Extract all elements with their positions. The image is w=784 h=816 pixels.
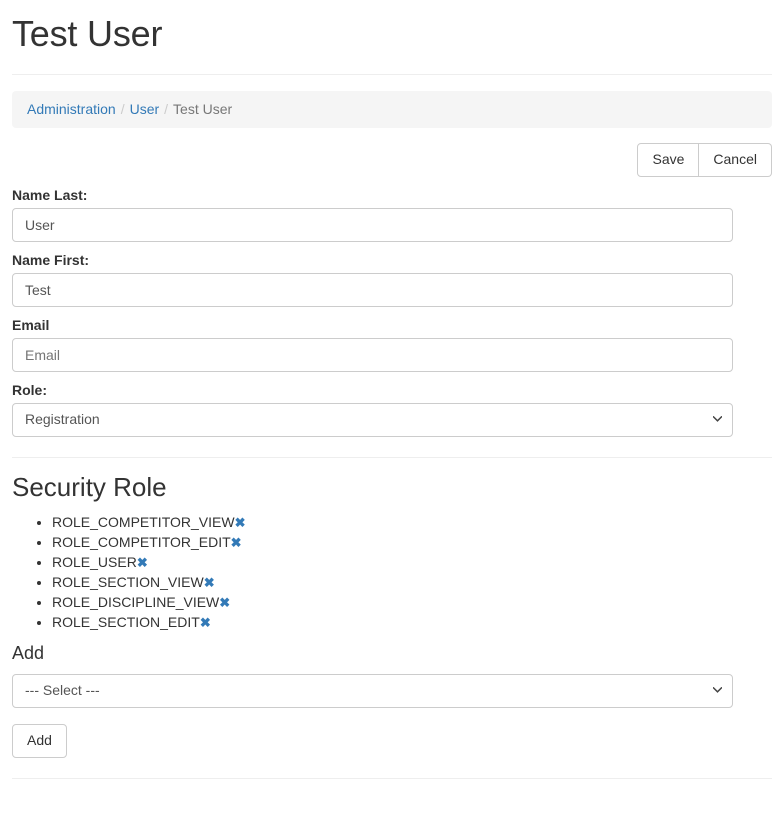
page-container: Test User Administration / User / Test User …: [0, 0, 784, 779]
breadcrumb-item-current: Test User: [173, 100, 233, 117]
breadcrumb: Administration / User / Test User: [12, 90, 772, 129]
breadcrumb-separator: /: [164, 100, 169, 117]
name-last-input[interactable]: [12, 208, 733, 243]
name-first-group: Name First:: [12, 252, 772, 308]
role-name: ROLE_COMPETITOR_EDIT: [52, 533, 231, 550]
list-item: ROLE_SECTION_VIEW✖: [52, 572, 772, 592]
remove-role-icon[interactable]: ✖: [137, 555, 148, 570]
role-name: ROLE_SECTION_EDIT: [52, 613, 200, 630]
security-role-heading: Security Role: [12, 472, 167, 503]
remove-role-icon[interactable]: ✖: [219, 595, 230, 610]
list-item: ROLE_USER✖: [52, 552, 772, 572]
list-item: ROLE_SECTION_EDIT✖: [52, 612, 772, 632]
add-role-select[interactable]: --- Select ---: [12, 673, 733, 708]
role-name: ROLE_DISCIPLINE_VIEW: [52, 593, 220, 610]
save-cancel-button-group: Save Cancel: [637, 143, 772, 178]
name-last-label: Name Last:: [12, 187, 88, 204]
role-label: Role:: [12, 382, 47, 399]
name-first-label: Name First:: [12, 252, 90, 269]
role-group: Role: Registration: [12, 382, 772, 438]
add-button-wrap: Add: [12, 723, 772, 758]
remove-role-icon[interactable]: ✖: [200, 615, 211, 630]
role-select-wrap: Registration: [12, 403, 733, 438]
name-first-input[interactable]: [12, 273, 733, 308]
role-name: ROLE_USER: [52, 553, 137, 570]
add-role-group: --- Select ---: [12, 673, 772, 708]
list-item: ROLE_DISCIPLINE_VIEW✖: [52, 592, 772, 612]
list-item: ROLE_COMPETITOR_VIEW✖: [52, 512, 772, 532]
add-button[interactable]: Add: [12, 723, 67, 758]
form-toolbar: Save Cancel: [12, 143, 772, 178]
breadcrumb-separator: /: [120, 100, 125, 117]
save-button[interactable]: Save: [637, 143, 700, 178]
add-section-heading: Add: [12, 642, 45, 663]
email-label: Email: [12, 317, 50, 334]
email-group: Email: [12, 317, 772, 373]
add-role-select-wrap: --- Select ---: [12, 673, 733, 708]
page-title: Test User: [12, 13, 163, 54]
email-input[interactable]: [12, 338, 733, 373]
role-name: ROLE_SECTION_VIEW: [52, 573, 204, 590]
remove-role-icon[interactable]: ✖: [235, 515, 246, 530]
role-name: ROLE_COMPETITOR_VIEW: [52, 513, 235, 530]
title-divider: [12, 73, 772, 75]
bottom-divider: [12, 777, 772, 779]
list-item: ROLE_COMPETITOR_EDIT✖: [52, 532, 772, 552]
role-select[interactable]: Registration: [12, 403, 733, 438]
name-last-group: Name Last:: [12, 187, 772, 243]
breadcrumb-item-user[interactable]: User: [130, 101, 160, 117]
security-role-list: ROLE_COMPETITOR_VIEW✖ ROLE_COMPETITOR_ED…: [12, 512, 772, 632]
remove-role-icon[interactable]: ✖: [204, 575, 215, 590]
cancel-button[interactable]: Cancel: [699, 143, 772, 178]
breadcrumb-item-administration[interactable]: Administration: [27, 101, 116, 117]
remove-role-icon[interactable]: ✖: [231, 535, 242, 550]
